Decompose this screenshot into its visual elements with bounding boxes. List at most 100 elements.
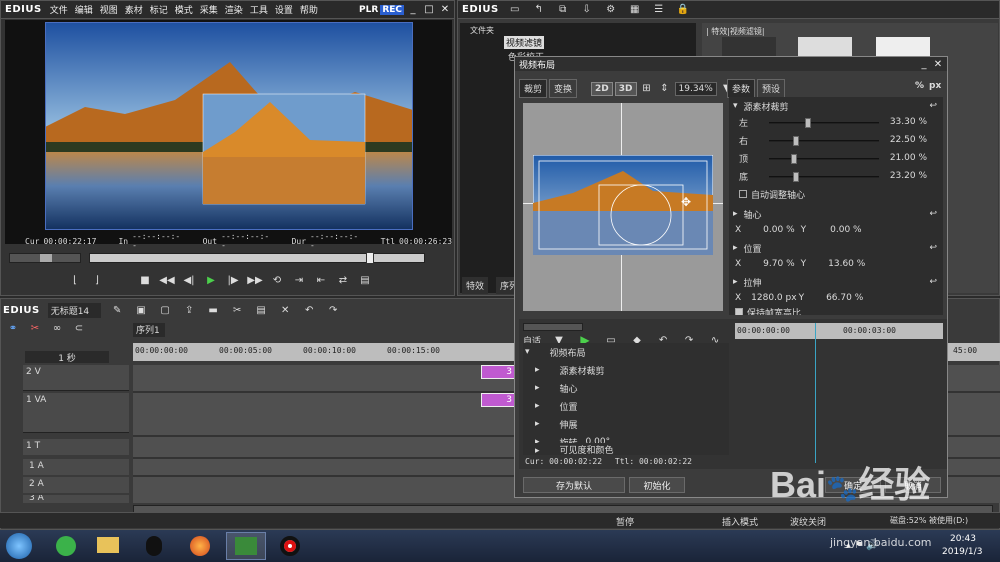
- sequence-tab[interactable]: 序列1: [133, 323, 165, 337]
- menu-edit[interactable]: 编辑: [75, 6, 93, 16]
- crop-top-value[interactable]: 21.00 %: [890, 153, 927, 163]
- pivot-y-value[interactable]: 0.00 %: [830, 225, 861, 235]
- loop-icon[interactable]: ⟲: [269, 273, 285, 287]
- insert-icon[interactable]: ⇥: [291, 273, 307, 287]
- timescale-value[interactable]: 1 秒: [25, 351, 109, 364]
- ripple-icon[interactable]: ✂: [27, 321, 43, 335]
- mode-2d-button[interactable]: 2D: [591, 81, 613, 96]
- lock-icon[interactable]: 🔒: [675, 3, 691, 17]
- taskbar-app-qq[interactable]: [136, 534, 172, 558]
- effects-tab[interactable]: 特效: [462, 277, 489, 294]
- auto-pivot-checkbox[interactable]: [739, 190, 747, 198]
- menu-view[interactable]: 视图: [100, 6, 118, 16]
- crop-left-value[interactable]: 33.30 %: [890, 117, 927, 127]
- clip[interactable]: 3: [481, 393, 515, 407]
- rec-button[interactable]: REC: [380, 4, 404, 15]
- effect-thumb[interactable]: [876, 37, 930, 57]
- initialize-button[interactable]: 初始化: [629, 477, 685, 493]
- keyframe-slider[interactable]: [523, 323, 583, 331]
- layout-preview[interactable]: ✥: [523, 103, 723, 311]
- save-default-button[interactable]: 存为默认: [523, 477, 625, 493]
- menu-clip[interactable]: 素材: [125, 6, 143, 16]
- reset-icon[interactable]: ↩: [929, 243, 937, 253]
- track-header-1va[interactable]: 1 VA: [23, 393, 129, 433]
- copy-icon[interactable]: ⧉: [555, 3, 571, 17]
- play-icon[interactable]: ▶: [203, 273, 219, 287]
- new-sequence-icon[interactable]: ▢: [157, 303, 173, 317]
- start-button[interactable]: [6, 533, 32, 559]
- zoom-arrows-icon[interactable]: ⇕: [657, 82, 673, 96]
- crop-bottom-value[interactable]: 23.20 %: [890, 171, 927, 181]
- reset-icon[interactable]: ↩: [929, 101, 937, 111]
- menu-tools[interactable]: 工具: [250, 6, 268, 16]
- taskbar-app-recorder[interactable]: [272, 534, 308, 558]
- list-icon[interactable]: ☰: [651, 3, 667, 17]
- delete-icon[interactable]: ✕: [277, 303, 293, 317]
- dialog-minimize-icon[interactable]: _: [917, 58, 931, 71]
- mode-icon[interactable]: ✎: [109, 303, 125, 317]
- stretch-y-value[interactable]: 66.70 %: [826, 293, 863, 303]
- taskbar-app-firefox[interactable]: [182, 534, 218, 558]
- close-icon[interactable]: ✕: [438, 3, 452, 16]
- overwrite-icon[interactable]: ⇤: [313, 273, 329, 287]
- dialog-close-icon[interactable]: ✕: [931, 58, 945, 71]
- effect-thumb[interactable]: [722, 37, 776, 57]
- replace-icon[interactable]: ⇄: [335, 273, 351, 287]
- undo-icon[interactable]: ↶: [301, 303, 317, 317]
- crop-left-slider[interactable]: [805, 118, 811, 128]
- view-icon[interactable]: ▦: [627, 3, 643, 17]
- kf-item[interactable]: 位置: [560, 400, 578, 413]
- tree-item-video-filters[interactable]: 视频滤镜: [504, 36, 545, 49]
- kf-item[interactable]: 可见度和颜色: [560, 446, 614, 456]
- stop-icon[interactable]: ■: [137, 273, 153, 287]
- tab-params[interactable]: 参数: [727, 79, 756, 98]
- menu-file[interactable]: 文件: [50, 6, 68, 16]
- track-header-3a[interactable]: 3 A: [23, 495, 129, 503]
- step-back-icon[interactable]: ◀|: [181, 273, 197, 287]
- minimize-icon[interactable]: _: [406, 3, 420, 16]
- kf-item[interactable]: 视频布局: [550, 346, 586, 359]
- up-folder-icon[interactable]: ↰: [531, 3, 547, 17]
- track-header-2a[interactable]: 2 A: [23, 477, 129, 493]
- track-header-1t[interactable]: 1 T: [23, 439, 129, 455]
- set-in-icon[interactable]: ⌊: [67, 273, 83, 287]
- kf-playhead[interactable]: [815, 323, 816, 463]
- unit-percent-button[interactable]: %: [915, 81, 924, 91]
- taskbar-app-360[interactable]: [48, 534, 84, 558]
- crop-right-value[interactable]: 22.50 %: [890, 135, 927, 145]
- link-icon[interactable]: ⚭: [5, 321, 21, 335]
- crop-bottom-slider[interactable]: [793, 172, 799, 182]
- mode-3d-button[interactable]: 3D: [614, 81, 637, 96]
- kf-item[interactable]: 轴心: [560, 382, 578, 395]
- tab-crop[interactable]: 裁剪: [519, 79, 548, 98]
- redo-icon[interactable]: ↷: [325, 303, 341, 317]
- unit-px-button[interactable]: px: [929, 81, 941, 91]
- menu-settings[interactable]: 设置: [275, 6, 293, 16]
- shuttle-slider[interactable]: [9, 253, 81, 263]
- step-forward-icon[interactable]: |▶: [225, 273, 241, 287]
- menu-mark[interactable]: 标记: [150, 6, 168, 16]
- group-icon[interactable]: ⊂: [71, 321, 87, 335]
- crop-top-slider[interactable]: [791, 154, 797, 164]
- pos-x-value[interactable]: 9.70 %: [763, 259, 794, 269]
- paste-icon[interactable]: ⇩: [579, 3, 595, 17]
- fast-forward-icon[interactable]: ▶▶: [247, 273, 263, 287]
- reset-icon[interactable]: ↩: [929, 277, 937, 287]
- taskbar-app-explorer[interactable]: [90, 534, 126, 558]
- zoom-field[interactable]: 19.34%: [674, 81, 717, 96]
- keep-ratio-checkbox[interactable]: [735, 308, 743, 315]
- new-project-icon[interactable]: ▣: [133, 303, 149, 317]
- cut-icon[interactable]: ✂: [229, 303, 245, 317]
- menu-capture[interactable]: 采集: [200, 6, 218, 16]
- clip-menu-icon[interactable]: ▤: [357, 273, 373, 287]
- open-icon[interactable]: ⇪: [181, 303, 197, 317]
- sync-icon[interactable]: ∞: [49, 321, 65, 335]
- reset-icon[interactable]: ↩: [929, 209, 937, 219]
- clip[interactable]: 3: [481, 365, 515, 379]
- kf-item[interactable]: 伸展: [560, 418, 578, 431]
- rewind-icon[interactable]: ◀◀: [159, 273, 175, 287]
- fit-icon[interactable]: ⊞: [639, 82, 655, 96]
- effect-thumb[interactable]: [798, 37, 852, 57]
- menu-mode[interactable]: 模式: [175, 6, 193, 16]
- track-header-1a[interactable]: 1 A: [23, 459, 129, 475]
